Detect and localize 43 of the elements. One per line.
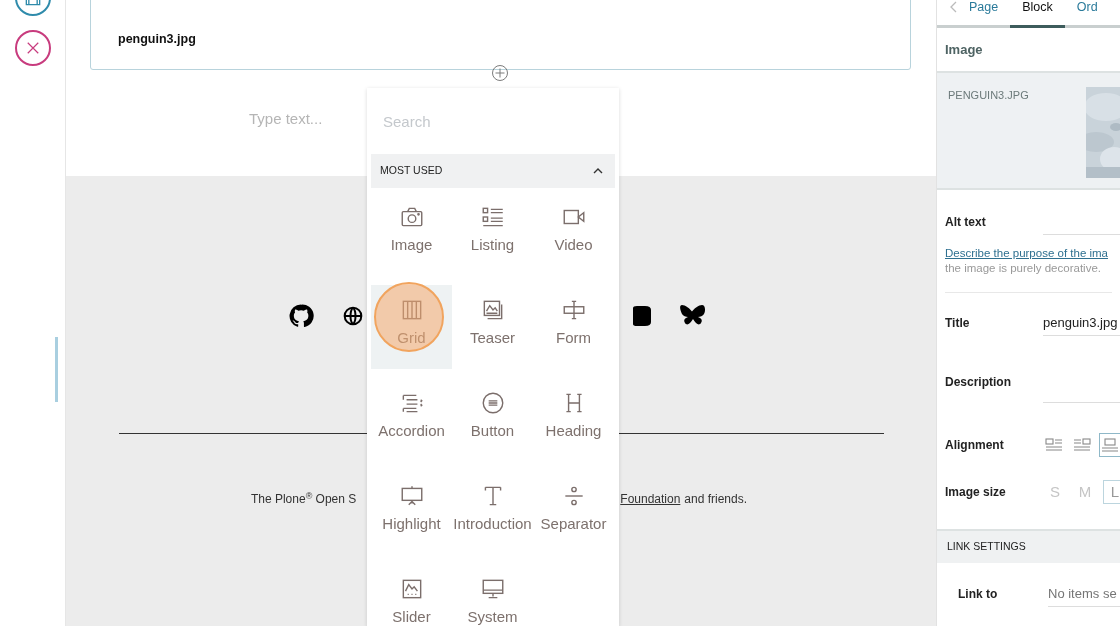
size-option[interactable]: L	[1103, 479, 1120, 504]
block-option[interactable]: Image	[371, 192, 452, 276]
block-option[interactable]: Listing	[452, 192, 533, 276]
block-option[interactable]: Separator	[533, 471, 614, 555]
search-field[interactable]: Search	[371, 88, 615, 154]
section-header: LINK SETTINGS	[937, 528, 1120, 563]
image-block[interactable]: penguin3.jpg	[90, 0, 911, 70]
file-name: PENGUIN3.JPG	[948, 88, 1029, 104]
title-field[interactable]: penguin3.jpg	[1043, 310, 1120, 337]
close-button[interactable]	[14, 30, 51, 66]
block-option[interactable]: Form	[533, 285, 614, 369]
block-option[interactable]: Button	[452, 378, 533, 462]
help-text: the image is purely decorative.	[945, 262, 1101, 275]
globe-icon[interactable]	[343, 306, 363, 326]
block-option[interactable]: Accordion	[371, 378, 452, 462]
field-label: Image size	[945, 483, 1007, 501]
help-link[interactable]: Describe the purpose of the ima	[945, 247, 1108, 260]
block-option[interactable]: Teaser	[452, 285, 533, 369]
github-icon[interactable]	[288, 303, 314, 329]
field-label: Description	[945, 373, 1012, 391]
footer-text: and friends.	[684, 491, 748, 508]
field-label: Alignment	[945, 436, 1005, 454]
block-option[interactable]: Video	[533, 192, 614, 276]
section-header[interactable]: MOST USED	[371, 154, 615, 188]
foundation-link[interactable]: Foundation	[620, 490, 681, 508]
add-block-icon[interactable]	[491, 64, 509, 82]
block-option[interactable]: Slider	[371, 564, 452, 626]
block-option[interactable]: Introduction	[452, 471, 533, 555]
tab[interactable]: Block	[1010, 0, 1065, 28]
tab[interactable]: Ord	[1064, 0, 1110, 28]
tab[interactable]: Page	[963, 0, 1011, 28]
footer-text: The Plone$^{®}$ Open S	[250, 490, 357, 508]
chevron-up-icon	[593, 167, 603, 175]
block-option[interactable]: System	[452, 564, 533, 626]
selection-bar	[55, 337, 58, 402]
field-label: Link to	[958, 586, 999, 604]
field-label: Title	[945, 315, 971, 333]
link-field[interactable]: No items se	[1048, 581, 1120, 608]
block-option[interactable]: Highlight	[371, 471, 452, 555]
align-center-button[interactable]	[1099, 432, 1120, 457]
field-label: Alt text	[945, 214, 987, 232]
file-name: penguin3.jpg	[118, 31, 196, 49]
block-option[interactable]: Heading	[533, 378, 614, 462]
